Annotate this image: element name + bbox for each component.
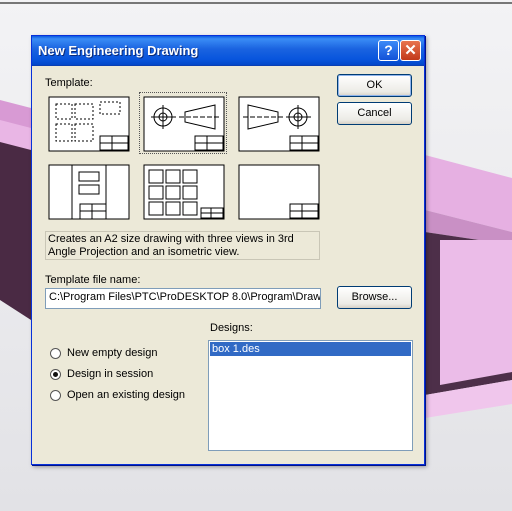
question-mark-icon: ?	[384, 42, 393, 58]
dialog-title: New Engineering Drawing	[38, 43, 199, 58]
radio-indicator	[50, 348, 61, 359]
help-button[interactable]: ?	[378, 40, 399, 61]
template-third-angle[interactable]	[139, 92, 227, 154]
template-four-view[interactable]	[45, 93, 131, 153]
four-view-template-icon	[48, 96, 130, 152]
ok-button[interactable]: OK	[337, 74, 412, 97]
radio-label: Design in session	[67, 368, 154, 380]
close-button[interactable]: ✕	[400, 40, 421, 61]
template-file-name-field[interactable]: C:\Program Files\PTC\ProDESKTOP 8.0\Prog…	[45, 288, 321, 309]
grid-template-icon	[143, 164, 225, 220]
template-file-name-label: Template file name:	[45, 274, 141, 286]
template-blank[interactable]	[235, 161, 321, 221]
single-column-template-icon	[48, 164, 130, 220]
browse-button[interactable]: Browse...	[337, 286, 412, 309]
radio-label: Open an existing design	[67, 389, 186, 401]
template-grid[interactable]	[140, 161, 226, 221]
template-first-angle[interactable]	[235, 93, 321, 153]
list-item[interactable]: box 1.des	[210, 342, 411, 356]
template-description: Creates an A2 size drawing with three vi…	[45, 231, 320, 260]
dialog-title-bar[interactable]: New Engineering Drawing ? ✕	[32, 36, 424, 66]
radio-indicator	[50, 369, 61, 380]
template-label: Template:	[45, 77, 93, 89]
radio-indicator	[50, 390, 61, 401]
template-single-column[interactable]	[45, 161, 131, 221]
template-gallery	[45, 92, 321, 223]
designs-label: Designs:	[210, 322, 253, 334]
designs-list[interactable]: box 1.des	[208, 340, 413, 451]
first-angle-template-icon	[238, 96, 320, 152]
blank-template-icon	[238, 164, 320, 220]
new-engineering-drawing-dialog: New Engineering Drawing ? ✕ Template: Cr…	[31, 35, 425, 465]
radio-label: New empty design	[67, 347, 158, 359]
third-angle-template-icon	[143, 96, 225, 152]
cancel-button[interactable]: Cancel	[337, 102, 412, 125]
close-icon: ✕	[404, 42, 417, 59]
